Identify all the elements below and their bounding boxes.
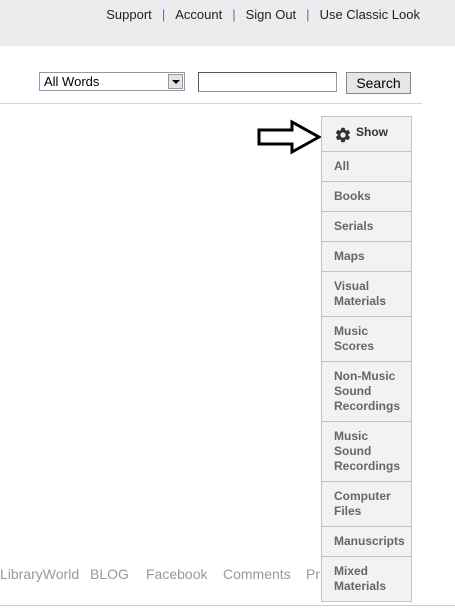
show-item[interactable]: Maps (322, 242, 411, 272)
show-filter-panel: Show All Books Serials Maps Visual Materials… (321, 116, 412, 602)
show-item[interactable]: Music Sound Recordings (322, 422, 411, 482)
show-item[interactable]: Books (322, 182, 411, 212)
classic-look-link[interactable]: Use Classic Look (320, 7, 420, 22)
nav-separator: | (306, 7, 310, 22)
search-type-select[interactable]: All Words (39, 72, 185, 91)
dropdown-arrow-icon[interactable] (168, 74, 183, 89)
footer-link-comments[interactable]: Comments (223, 566, 291, 582)
show-item[interactable]: Computer Files (322, 482, 411, 527)
footer-links: LibraryWorld BLOG Facebook Comments Pri (0, 566, 321, 586)
footer-link-facebook[interactable]: Facebook (146, 566, 207, 582)
show-item[interactable]: Non-Music Sound Recordings (322, 362, 411, 422)
search-button[interactable]: Search (346, 72, 411, 94)
page: Support | Account | Sign Out | Use Classic Loo… (0, 0, 455, 609)
show-item[interactable]: Manuscripts (322, 527, 411, 557)
bottom-divider (0, 605, 455, 606)
gear-icon (335, 127, 351, 143)
search-input[interactable] (198, 72, 337, 92)
show-item-list: All Books Serials Maps Visual Materials Music… (322, 152, 411, 601)
search-bar: All Words Search (0, 61, 422, 104)
show-item[interactable]: Music Scores (322, 317, 411, 362)
right-arrow-icon (257, 119, 322, 155)
footer-link-privacy[interactable]: Pri (306, 566, 321, 582)
show-item[interactable]: All (322, 152, 411, 182)
show-item[interactable]: Visual Materials (322, 272, 411, 317)
show-label: Show (356, 125, 388, 139)
footer-link-libraryworld[interactable]: LibraryWorld (0, 566, 79, 582)
show-item[interactable]: Mixed Materials (322, 557, 411, 601)
nav-separator: | (232, 7, 236, 22)
show-item[interactable]: Serials (322, 212, 411, 242)
account-link[interactable]: Account (175, 7, 222, 22)
nav-separator: | (161, 7, 166, 22)
top-bar: Support | Account | Sign Out | Use Classic Loo… (0, 0, 455, 46)
footer-link-blog[interactable]: BLOG (90, 566, 129, 582)
support-link[interactable]: Support (106, 7, 152, 22)
search-type-value: All Words (44, 74, 100, 89)
show-toggle[interactable]: Show (322, 117, 411, 152)
sign-out-link[interactable]: Sign Out (246, 7, 297, 22)
top-nav: Support | Account | Sign Out | Use Classic Loo… (106, 7, 420, 22)
